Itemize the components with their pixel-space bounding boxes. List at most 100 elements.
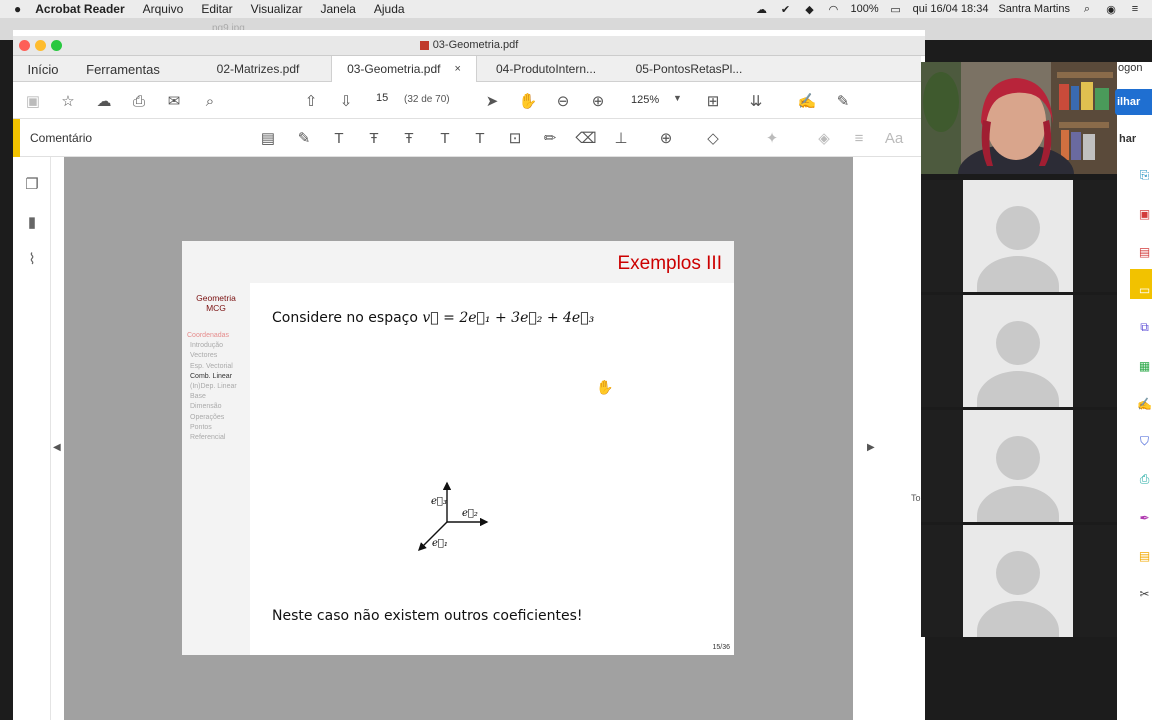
- underline-text-icon[interactable]: T: [329, 128, 349, 148]
- font-size-icon[interactable]: Aa: [884, 128, 904, 148]
- participant-tile[interactable]: [921, 180, 1117, 292]
- zoom-in-icon[interactable]: ⊕: [588, 91, 608, 111]
- chevron-down-icon[interactable]: ▼: [673, 93, 682, 103]
- logon-label[interactable]: ogon: [1118, 62, 1142, 74]
- fill-color-icon[interactable]: ◈: [814, 128, 834, 148]
- tab-doc-pontosretas[interactable]: 05-PontosRetasPl...: [619, 56, 759, 82]
- select-cursor-icon[interactable]: ➤: [482, 91, 502, 111]
- fill-sign-icon[interactable]: ✎: [833, 91, 853, 111]
- outline-item[interactable]: Referencial: [187, 433, 237, 443]
- clock[interactable]: qui 16/04 18:34: [913, 3, 989, 15]
- zoom-select[interactable]: 125%: [631, 94, 659, 106]
- label-e3: e⃗₃: [431, 496, 447, 507]
- battery-icon[interactable]: ▭: [889, 3, 903, 16]
- insert-text-icon[interactable]: T: [435, 128, 455, 148]
- expand-right-panel-icon[interactable]: ▶: [867, 442, 875, 453]
- control-center-icon[interactable]: ≡: [1128, 3, 1142, 15]
- text-comment-icon[interactable]: T: [470, 128, 490, 148]
- edit-pdf-icon[interactable]: ▤: [1137, 244, 1152, 259]
- attach-icon[interactable]: ⊕: [656, 128, 676, 148]
- page-thumbnails-icon[interactable]: ❐: [22, 174, 42, 194]
- tab-doc-matrizes[interactable]: 02-Matrizes.pdf: [185, 56, 331, 82]
- attachments-icon[interactable]: ⌇: [22, 249, 42, 269]
- tab-ferramentas[interactable]: Ferramentas: [81, 56, 165, 82]
- tab-doc-geometria[interactable]: 03-Geometria.pdf ×: [331, 56, 477, 82]
- sign-icon[interactable]: ✍: [797, 91, 817, 111]
- export-pdf-icon[interactable]: ⎘: [1137, 168, 1152, 183]
- user-name[interactable]: Santra Martins: [998, 3, 1070, 15]
- protect-icon[interactable]: ⛉: [1137, 434, 1152, 449]
- page-layout-icon[interactable]: ⊞: [703, 91, 723, 111]
- send-track-icon[interactable]: ▤: [1137, 548, 1152, 563]
- menu-janela[interactable]: Janela: [320, 2, 355, 16]
- share-button[interactable]: ilhar: [1115, 89, 1152, 115]
- webcam-video[interactable]: [921, 62, 1117, 174]
- outline-item-current[interactable]: Comb. Linear: [187, 372, 237, 382]
- highlight-icon[interactable]: ✎: [294, 128, 314, 148]
- scan-icon[interactable]: ⎙: [1137, 472, 1152, 487]
- eraser-icon[interactable]: ⌫: [575, 128, 596, 148]
- more-tools-icon[interactable]: ✂: [1137, 586, 1152, 601]
- dropbox-icon[interactable]: ◆: [802, 3, 816, 16]
- strikethrough-icon[interactable]: Ŧ: [364, 128, 384, 148]
- outline-item[interactable]: Coordenadas: [187, 331, 237, 341]
- menu-editar[interactable]: Editar: [201, 2, 232, 16]
- outline-item[interactable]: Esp. Vectorial: [187, 362, 237, 372]
- send-sign-icon[interactable]: ✒: [1137, 510, 1152, 525]
- replace-text-icon[interactable]: Ŧ: [399, 128, 419, 148]
- slide-statement: Considere no espaço v⃗ = 2e⃗₁ + 3e⃗₂ + 4…: [272, 310, 594, 326]
- outline-item[interactable]: Vectores: [187, 351, 237, 361]
- tab-close-icon[interactable]: ×: [454, 63, 460, 75]
- outline-item[interactable]: Dimensão: [187, 402, 237, 412]
- page-number-input[interactable]: 15: [376, 92, 388, 104]
- share-link-button[interactable]: har: [1117, 129, 1152, 149]
- menu-ajuda[interactable]: Ajuda: [374, 2, 405, 16]
- next-page-icon[interactable]: ⇩: [336, 91, 356, 111]
- cloud-icon[interactable]: ☁: [754, 3, 768, 16]
- collapse-left-panel-icon[interactable]: ◀: [53, 442, 61, 453]
- outline-item[interactable]: (In)Dep. Linear: [187, 382, 237, 392]
- pencil-icon[interactable]: ✏: [540, 128, 560, 148]
- battery-percent[interactable]: 100%: [850, 3, 878, 15]
- hand-tool-icon[interactable]: ✋: [518, 91, 538, 111]
- scroll-mode-icon[interactable]: ⇊: [746, 91, 766, 111]
- pin-icon[interactable]: ✦: [762, 128, 782, 148]
- upload-cloud-icon[interactable]: ☁: [94, 91, 114, 111]
- menu-arquivo[interactable]: Arquivo: [143, 2, 184, 16]
- fill-sign-tool-icon[interactable]: ✍: [1137, 396, 1152, 411]
- combine-files-icon[interactable]: ⧉: [1137, 320, 1152, 335]
- text-box-icon[interactable]: ⊡: [505, 128, 525, 148]
- menu-visualizar[interactable]: Visualizar: [251, 2, 303, 16]
- organize-pages-icon[interactable]: ▦: [1137, 358, 1152, 373]
- print-icon[interactable]: ⎙: [129, 91, 149, 111]
- siri-icon[interactable]: ◉: [1104, 3, 1118, 16]
- tab-doc-produtointerno[interactable]: 04-ProdutoIntern...: [477, 56, 615, 82]
- bookmark-star-icon[interactable]: ☆: [58, 91, 78, 111]
- tab-inicio[interactable]: Início: [23, 56, 63, 82]
- participant-tile[interactable]: [921, 410, 1117, 522]
- comment-tool-icon[interactable]: ▭: [1137, 282, 1152, 297]
- outline-item[interactable]: Introdução: [187, 341, 237, 351]
- partial-label: To: [911, 493, 921, 503]
- outline-item[interactable]: Base: [187, 392, 237, 402]
- spotlight-search-icon[interactable]: ⌕: [1080, 3, 1094, 15]
- zoom-out-icon[interactable]: ⊖: [553, 91, 573, 111]
- check-icon[interactable]: ✔: [778, 3, 792, 16]
- participant-tile[interactable]: [921, 525, 1117, 637]
- stamp-icon[interactable]: ⊥: [611, 128, 631, 148]
- sticky-note-icon[interactable]: ▤: [258, 128, 278, 148]
- prev-page-icon[interactable]: ⇧: [301, 91, 321, 111]
- apple-icon[interactable]: ●: [14, 2, 21, 16]
- menu-app-name[interactable]: Acrobat Reader: [35, 2, 124, 16]
- line-weight-icon[interactable]: ≡: [849, 128, 869, 148]
- shapes-icon[interactable]: ◇: [703, 128, 723, 148]
- create-pdf-icon[interactable]: ▣: [1137, 206, 1152, 221]
- outline-item[interactable]: Operações: [187, 413, 237, 423]
- outline-item[interactable]: Pontos: [187, 423, 237, 433]
- wifi-icon[interactable]: ◠: [826, 3, 840, 16]
- bookmarks-icon[interactable]: ▮: [22, 212, 42, 232]
- save-icon[interactable]: ▣: [23, 91, 43, 111]
- search-icon[interactable]: ⌕: [200, 91, 220, 111]
- participant-tile[interactable]: [921, 295, 1117, 407]
- email-icon[interactable]: ✉: [164, 91, 184, 111]
